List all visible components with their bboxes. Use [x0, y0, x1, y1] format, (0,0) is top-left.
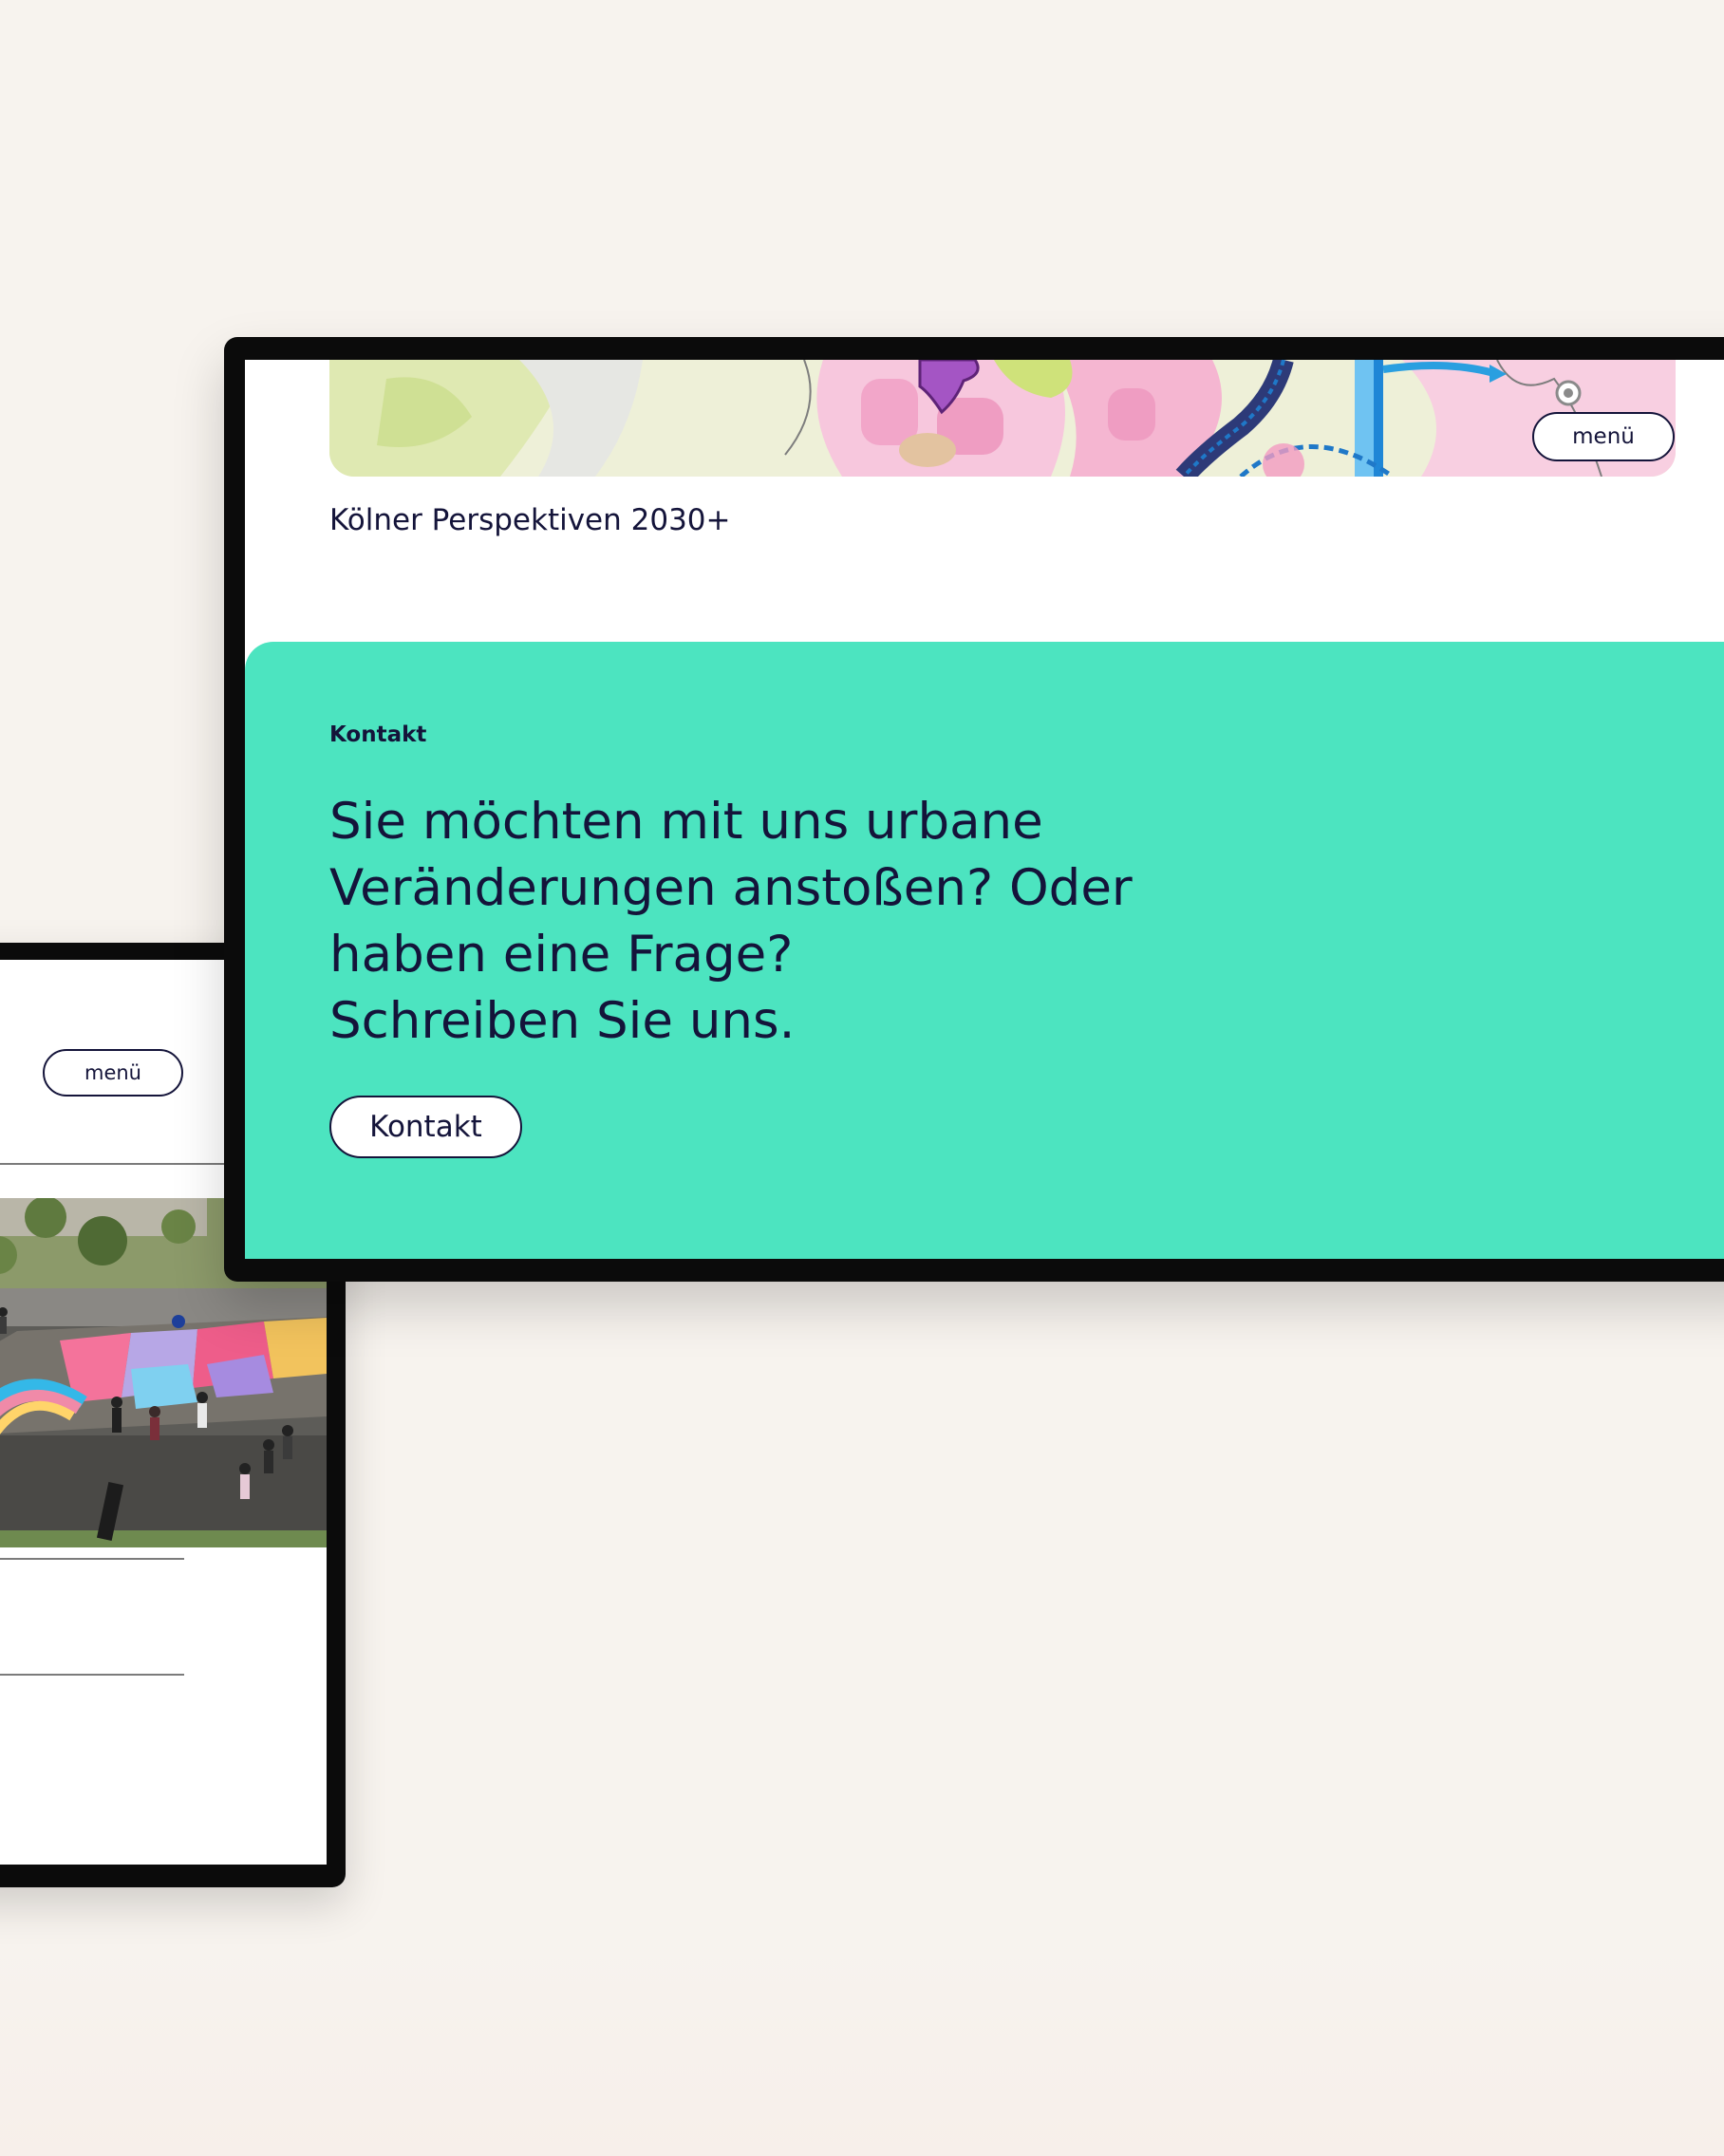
- contact-headline-line-2: Veränderungen anstoßen? Oder: [329, 859, 1133, 917]
- city-map-header: [329, 360, 1676, 477]
- contact-headline: Sie möchten mit uns urbane Veränderungen…: [329, 789, 1165, 1055]
- desktop-device-frame: menü Kölner Perspektiven 2030+ Kontakt S…: [224, 337, 1724, 1282]
- page-background-fade: [0, 1946, 1724, 2156]
- desktop-screen: menü Kölner Perspektiven 2030+ Kontakt S…: [245, 360, 1724, 1259]
- mobile-divider-mid: [0, 1558, 184, 1560]
- desktop-menu-button[interactable]: menü: [1532, 412, 1675, 461]
- contact-section: Kontakt Sie möchten mit uns urbane Verän…: [245, 642, 1724, 1259]
- contact-headline-line-1: Sie möchten mit uns urbane: [329, 793, 1043, 851]
- mobile-divider-bottom: [0, 1674, 184, 1676]
- contact-eyebrow: Kontakt: [329, 722, 427, 747]
- city-map-illustration: [329, 360, 1676, 477]
- contact-headline-line-4: Schreiben Sie uns.: [329, 992, 796, 1050]
- site-title[interactable]: Kölner Perspektiven 2030+: [329, 503, 731, 537]
- contact-button[interactable]: Kontakt: [329, 1096, 522, 1158]
- mobile-menu-button[interactable]: menü: [43, 1049, 183, 1097]
- contact-headline-line-3: haben eine Frage?: [329, 926, 794, 984]
